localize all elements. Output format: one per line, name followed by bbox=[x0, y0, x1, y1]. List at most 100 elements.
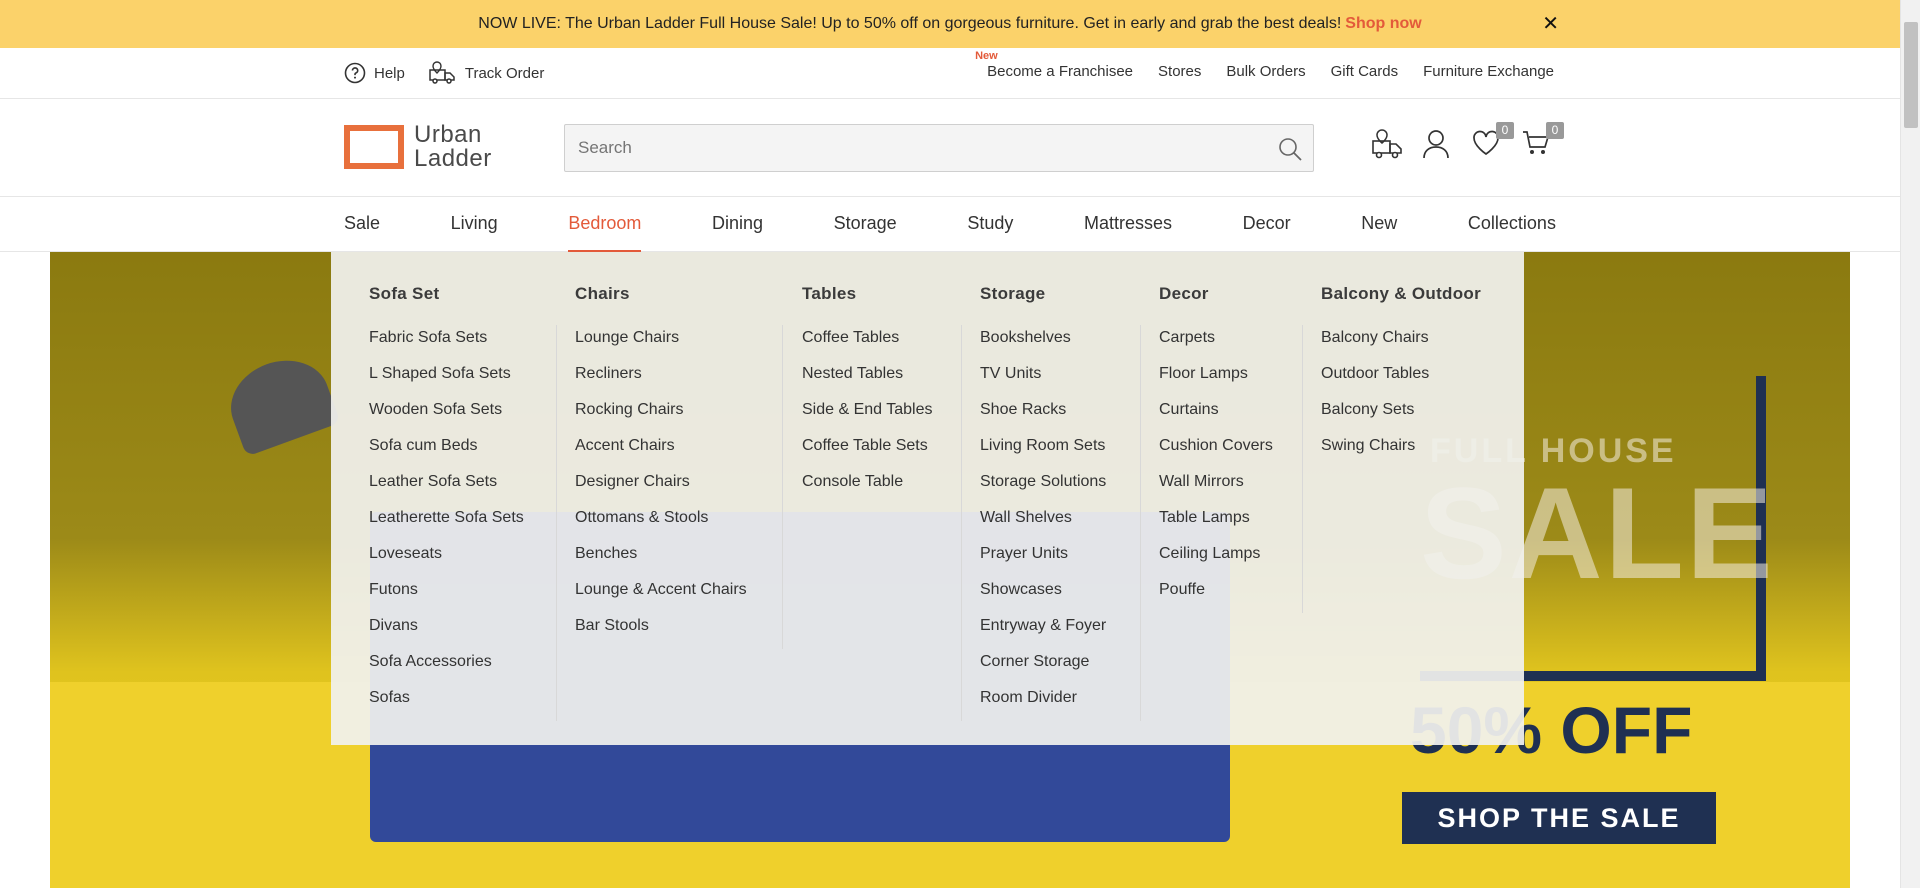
menu-item[interactable]: Entryway & Foyer bbox=[980, 617, 1106, 653]
main-header: Urban Ladder 0 0 bbox=[0, 99, 1900, 197]
menu-item[interactable]: Ceiling Lamps bbox=[1159, 545, 1273, 581]
promo-close-icon[interactable]: ✕ bbox=[1542, 11, 1559, 36]
menu-column-title[interactable]: Storage bbox=[980, 284, 1106, 304]
menu-item[interactable]: Fabric Sofa Sets bbox=[369, 329, 524, 365]
nav-item-decor[interactable]: Decor bbox=[1243, 197, 1291, 252]
menu-item[interactable]: L Shaped Sofa Sets bbox=[369, 365, 524, 401]
menu-item[interactable]: Floor Lamps bbox=[1159, 365, 1273, 401]
menu-column-decor: Decor Carpets Floor Lamps Curtains Cushi… bbox=[1159, 252, 1273, 617]
utility-bar: Help Track Order New Become a Franchisee… bbox=[0, 48, 1900, 99]
track-order-link[interactable]: Track Order bbox=[429, 61, 544, 85]
nav-item-collections[interactable]: Collections bbox=[1468, 197, 1556, 252]
menu-column-title[interactable]: Decor bbox=[1159, 284, 1273, 304]
promo-shop-now-link[interactable]: Shop now bbox=[1345, 15, 1421, 33]
menu-item[interactable]: Room Divider bbox=[980, 689, 1106, 725]
menu-item[interactable]: Lounge Chairs bbox=[575, 329, 747, 365]
search-input[interactable] bbox=[565, 125, 1313, 171]
cart-button[interactable]: 0 bbox=[1522, 122, 1564, 159]
menu-item[interactable]: Sofas bbox=[369, 689, 524, 725]
menu-item[interactable]: Futons bbox=[369, 581, 524, 617]
scrollbar-thumb[interactable] bbox=[1904, 22, 1918, 128]
menu-item[interactable]: Storage Solutions bbox=[980, 473, 1106, 509]
delivery-truck-icon bbox=[1372, 129, 1402, 159]
menu-item[interactable]: Shoe Racks bbox=[980, 401, 1106, 437]
menu-item[interactable]: Coffee Tables bbox=[802, 329, 932, 365]
menu-item[interactable]: Divans bbox=[369, 617, 524, 653]
menu-item[interactable]: Table Lamps bbox=[1159, 509, 1273, 545]
menu-item[interactable]: Leatherette Sofa Sets bbox=[369, 509, 524, 545]
stores-link[interactable]: Stores bbox=[1158, 63, 1201, 80]
track-order-label: Track Order bbox=[464, 64, 545, 82]
menu-item[interactable]: Corner Storage bbox=[980, 653, 1106, 689]
menu-item[interactable]: Rocking Chairs bbox=[575, 401, 747, 437]
help-icon bbox=[344, 62, 366, 84]
become-franchisee-link[interactable]: New Become a Franchisee bbox=[975, 50, 1133, 80]
category-nav: Sale Living Bedroom Dining Storage Study… bbox=[0, 197, 1900, 252]
menu-item[interactable]: Cushion Covers bbox=[1159, 437, 1273, 473]
menu-item[interactable]: Leather Sofa Sets bbox=[369, 473, 524, 509]
menu-item[interactable]: Prayer Units bbox=[980, 545, 1106, 581]
nav-item-mattresses[interactable]: Mattresses bbox=[1084, 197, 1172, 252]
menu-column-title[interactable]: Tables bbox=[802, 284, 932, 304]
urban-ladder-logo[interactable]: Urban Ladder bbox=[344, 123, 492, 171]
menu-item[interactable]: Living Room Sets bbox=[980, 437, 1106, 473]
menu-item[interactable]: Wooden Sofa Sets bbox=[369, 401, 524, 437]
menu-item[interactable]: TV Units bbox=[980, 365, 1106, 401]
menu-column-title[interactable]: Balcony & Outdoor bbox=[1321, 284, 1481, 304]
menu-divider bbox=[961, 325, 962, 721]
menu-item[interactable]: Coffee Table Sets bbox=[802, 437, 932, 473]
menu-item[interactable]: Wall Mirrors bbox=[1159, 473, 1273, 509]
mega-menu-dropdown: Sofa Set Fabric Sofa Sets L Shaped Sofa … bbox=[331, 252, 1524, 745]
wishlist-button[interactable]: 0 bbox=[1472, 122, 1514, 159]
menu-item[interactable]: Side & End Tables bbox=[802, 401, 932, 437]
menu-item[interactable]: Sofa Accessories bbox=[369, 653, 524, 689]
nav-item-living[interactable]: Living bbox=[451, 197, 498, 252]
menu-column-title[interactable]: Sofa Set bbox=[369, 284, 524, 304]
menu-divider bbox=[1140, 325, 1141, 721]
menu-item[interactable]: Ottomans & Stools bbox=[575, 509, 747, 545]
gift-cards-link[interactable]: Gift Cards bbox=[1331, 63, 1399, 80]
menu-item[interactable]: Sofa cum Beds bbox=[369, 437, 524, 473]
menu-column-tables: Tables Coffee Tables Nested Tables Side … bbox=[802, 252, 932, 509]
nav-item-new[interactable]: New bbox=[1361, 197, 1397, 252]
shop-the-sale-button[interactable]: SHOP THE SALE bbox=[1402, 792, 1716, 844]
menu-item[interactable]: Carpets bbox=[1159, 329, 1273, 365]
cart-count-badge: 0 bbox=[1546, 122, 1564, 139]
menu-item[interactable]: Pouffe bbox=[1159, 581, 1273, 617]
nav-item-sale[interactable]: Sale bbox=[344, 197, 380, 252]
menu-item[interactable]: Loveseats bbox=[369, 545, 524, 581]
nav-item-storage[interactable]: Storage bbox=[834, 197, 897, 252]
menu-item[interactable]: Wall Shelves bbox=[980, 509, 1106, 545]
bulk-orders-link[interactable]: Bulk Orders bbox=[1226, 63, 1305, 80]
menu-item[interactable]: Lounge & Accent Chairs bbox=[575, 581, 747, 617]
menu-item[interactable]: Accent Chairs bbox=[575, 437, 747, 473]
logo-text-urban: Urban bbox=[414, 121, 482, 148]
search-box bbox=[564, 124, 1314, 172]
menu-column-title[interactable]: Chairs bbox=[575, 284, 747, 304]
help-link[interactable]: Help bbox=[344, 61, 405, 85]
menu-item[interactable]: Curtains bbox=[1159, 401, 1273, 437]
new-tag: New bbox=[975, 50, 998, 62]
menu-item[interactable]: Showcases bbox=[980, 581, 1106, 617]
nav-item-bedroom[interactable]: Bedroom bbox=[568, 197, 642, 252]
nav-item-study[interactable]: Study bbox=[967, 197, 1013, 252]
menu-item[interactable]: Balcony Sets bbox=[1321, 401, 1481, 437]
track-order-header-button[interactable] bbox=[1372, 129, 1402, 159]
menu-item[interactable]: Swing Chairs bbox=[1321, 437, 1481, 473]
menu-item[interactable]: Console Table bbox=[802, 473, 932, 509]
menu-item[interactable]: Bar Stools bbox=[575, 617, 747, 653]
menu-item[interactable]: Recliners bbox=[575, 365, 747, 401]
menu-item[interactable]: Bookshelves bbox=[980, 329, 1106, 365]
furniture-exchange-link[interactable]: Furniture Exchange bbox=[1423, 63, 1554, 80]
account-button[interactable] bbox=[1422, 129, 1450, 159]
search-icon[interactable] bbox=[1277, 136, 1303, 162]
menu-item[interactable]: Designer Chairs bbox=[575, 473, 747, 509]
nav-item-dining[interactable]: Dining bbox=[712, 197, 763, 252]
menu-divider bbox=[1302, 325, 1303, 613]
menu-item[interactable]: Outdoor Tables bbox=[1321, 365, 1481, 401]
page-scrollbar[interactable] bbox=[1900, 0, 1920, 888]
menu-item[interactable]: Benches bbox=[575, 545, 747, 581]
menu-item[interactable]: Nested Tables bbox=[802, 365, 932, 401]
track-order-icon bbox=[429, 61, 455, 84]
menu-item[interactable]: Balcony Chairs bbox=[1321, 329, 1481, 365]
